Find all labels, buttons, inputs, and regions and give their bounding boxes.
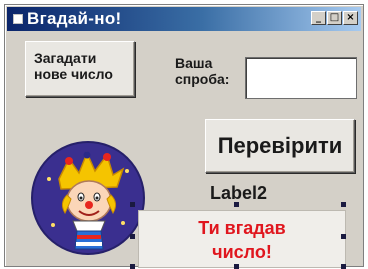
attempt-label-line1: Ваша (175, 55, 213, 71)
minimize-button[interactable]: _ (311, 11, 326, 25)
guess-input[interactable] (245, 57, 357, 99)
app-icon (13, 14, 23, 24)
result-line1: Ти вгадав (198, 218, 286, 238)
resize-handle[interactable] (341, 264, 346, 269)
attempt-label: Ваша спроба: (175, 55, 229, 87)
window-title: Вгадай-но! (27, 9, 122, 28)
app-window: Вгадай-но! _ □ × Загадати нове число Ваш… (4, 4, 364, 269)
new-number-label-line2: нове число (34, 66, 113, 82)
resize-handle[interactable] (341, 202, 346, 207)
resize-handle[interactable] (130, 264, 135, 269)
resize-handle[interactable] (234, 264, 239, 269)
resize-handle[interactable] (130, 234, 135, 239)
new-number-label-line1: Загадати (34, 50, 97, 66)
clown-picture (29, 139, 147, 257)
clown-icon (31, 141, 145, 255)
resize-handle[interactable] (130, 202, 135, 207)
resize-handle[interactable] (341, 234, 346, 239)
label2: Label2 (210, 183, 268, 203)
result-label[interactable]: Ти вгадав число! (138, 210, 346, 268)
result-line2: число! (212, 242, 272, 262)
title-bar[interactable]: Вгадай-но! _ □ × (7, 7, 361, 31)
close-button[interactable]: × (343, 11, 358, 25)
check-button[interactable]: Перевірити (205, 119, 355, 173)
attempt-label-line2: спроба: (175, 71, 230, 87)
new-number-button[interactable]: Загадати нове число (25, 41, 135, 97)
maximize-button[interactable]: □ (327, 11, 342, 25)
resize-handle[interactable] (234, 202, 239, 207)
